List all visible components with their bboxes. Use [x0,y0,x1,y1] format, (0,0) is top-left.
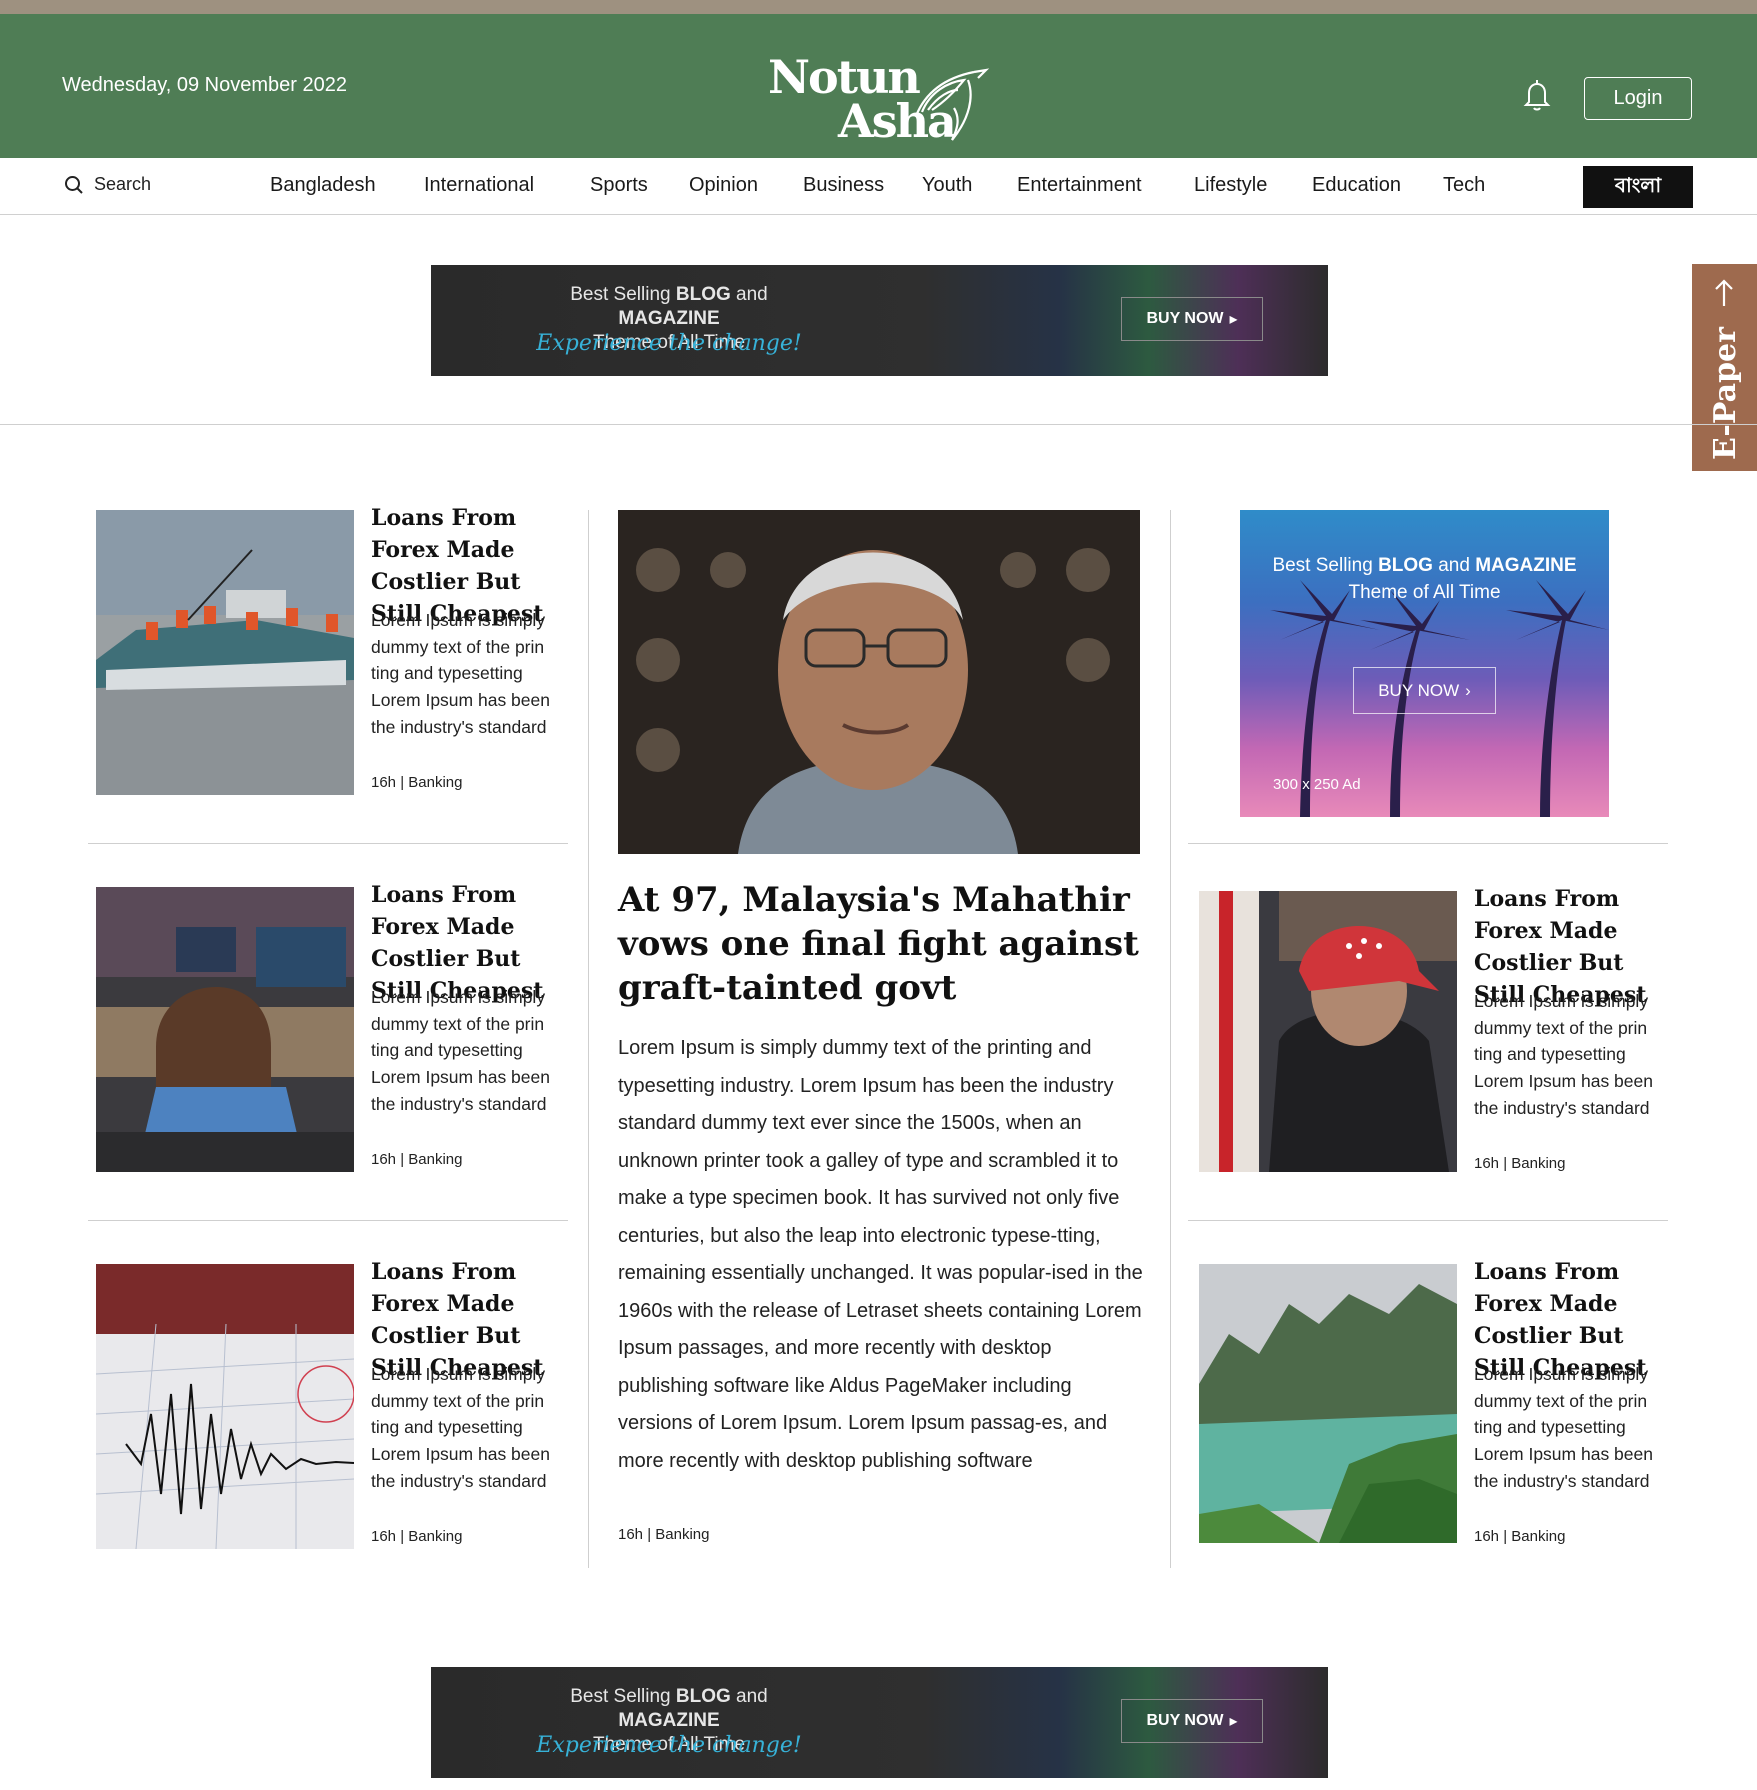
banner-buy-now-button[interactable]: BUY NOW ▸ [1121,1699,1263,1743]
search-label: Search [94,174,152,194]
bottom-banner-ad[interactable]: Best Selling BLOG and MAGAZINE Theme of A… [431,1667,1328,1778]
current-date: Wednesday, 09 November 2022 [62,74,347,96]
site-header: Wednesday, 09 November 2022 Notun Asha L… [0,14,1757,158]
search-icon [65,175,83,194]
language-toggle-button[interactable]: বাংলা [1583,166,1693,208]
nav-item-international[interactable]: International [424,174,534,197]
article-meta: 16h | Banking [371,774,463,791]
lead-article-title[interactable]: At 97, Malaysia's Mahathir vows one fina… [618,878,1148,1010]
article-meta: 16h | Banking [1474,1528,1566,1545]
top-banner-ad[interactable]: Best Selling BLOG and MAGAZINE Theme of A… [431,265,1328,376]
nav-item-tech[interactable]: Tech [1443,174,1485,197]
nav-item-business[interactable]: Business [803,174,884,197]
login-button[interactable]: Login [1584,77,1692,120]
banner-tagline: Experience the change! [536,331,802,356]
article-excerpt: Lorem Ipsum is simply dummy text of the … [371,610,550,737]
search-box[interactable]: Search [64,174,151,195]
article-meta: 16h | Banking [1474,1155,1566,1172]
sidebar-ad-300x250[interactable]: Best Selling BLOG and MAGAZINE Theme of A… [1240,510,1609,817]
article-thumbnail-boat[interactable] [96,510,354,795]
nav-item-lifestyle[interactable]: Lifestyle [1194,174,1267,197]
column-divider-left [588,510,589,1568]
nav-item-bangladesh[interactable]: Bangladesh [270,174,376,197]
row-divider [1188,843,1668,844]
site-logo[interactable]: Notun Asha [760,42,1000,152]
article-excerpt: Lorem Ipsum is simply dummy text of the … [1474,1364,1653,1491]
lead-article-image[interactable] [618,510,1140,854]
row-divider [88,1220,568,1221]
chevron-right-icon: › [1465,680,1471,700]
ad-size-label: 300 x 250 Ad [1273,776,1361,793]
nav-item-opinion[interactable]: Opinion [689,174,758,197]
article-thumbnail-bay[interactable] [1199,1264,1457,1543]
article-excerpt: Lorem Ipsum is simply dummy text of the … [371,1364,550,1491]
banner-tagline: Experience the change! [536,1733,802,1758]
top-accent-strip [0,0,1757,14]
lead-article-meta: 16h | Banking [618,1526,710,1543]
nav-item-sports[interactable]: Sports [590,174,648,197]
article-meta: 16h | Banking [371,1151,463,1168]
ad-headline: Best Selling BLOG and MAGAZINE Theme of A… [1272,555,1577,603]
section-divider [0,424,1757,425]
epaper-label: E-Paper [1708,327,1743,460]
ad-buy-now-button[interactable]: BUY NOW › [1353,667,1496,714]
article-thumbnail-red-cap[interactable] [1199,891,1457,1172]
row-divider [1188,1220,1668,1221]
article-thumbnail-seismograph[interactable] [96,1264,354,1549]
main-navbar: Search Bangladesh International Sports O… [0,158,1757,215]
bell-icon[interactable] [1521,78,1553,117]
nav-item-entertainment[interactable]: Entertainment [1017,174,1142,197]
nav-item-education[interactable]: Education [1312,174,1401,197]
row-divider [88,843,568,844]
article-thumbnail-studio[interactable] [96,887,354,1172]
lead-article-body: Lorem Ipsum is simply dummy text of the … [618,1037,1143,1472]
nav-item-youth[interactable]: Youth [922,174,972,197]
banner-buy-now-button[interactable]: BUY NOW ▸ [1121,297,1263,341]
article-excerpt: Lorem Ipsum is simply dummy text of the … [1474,991,1653,1118]
dove-icon [914,68,990,141]
caret-right-icon: ▸ [1229,311,1238,328]
article-meta: 16h | Banking [371,1528,463,1545]
column-divider-right [1170,510,1171,1568]
epaper-tab[interactable]: E-Paper [1692,264,1757,471]
caret-right-icon: ▸ [1229,1713,1238,1730]
article-excerpt: Lorem Ipsum is simply dummy text of the … [371,987,550,1114]
